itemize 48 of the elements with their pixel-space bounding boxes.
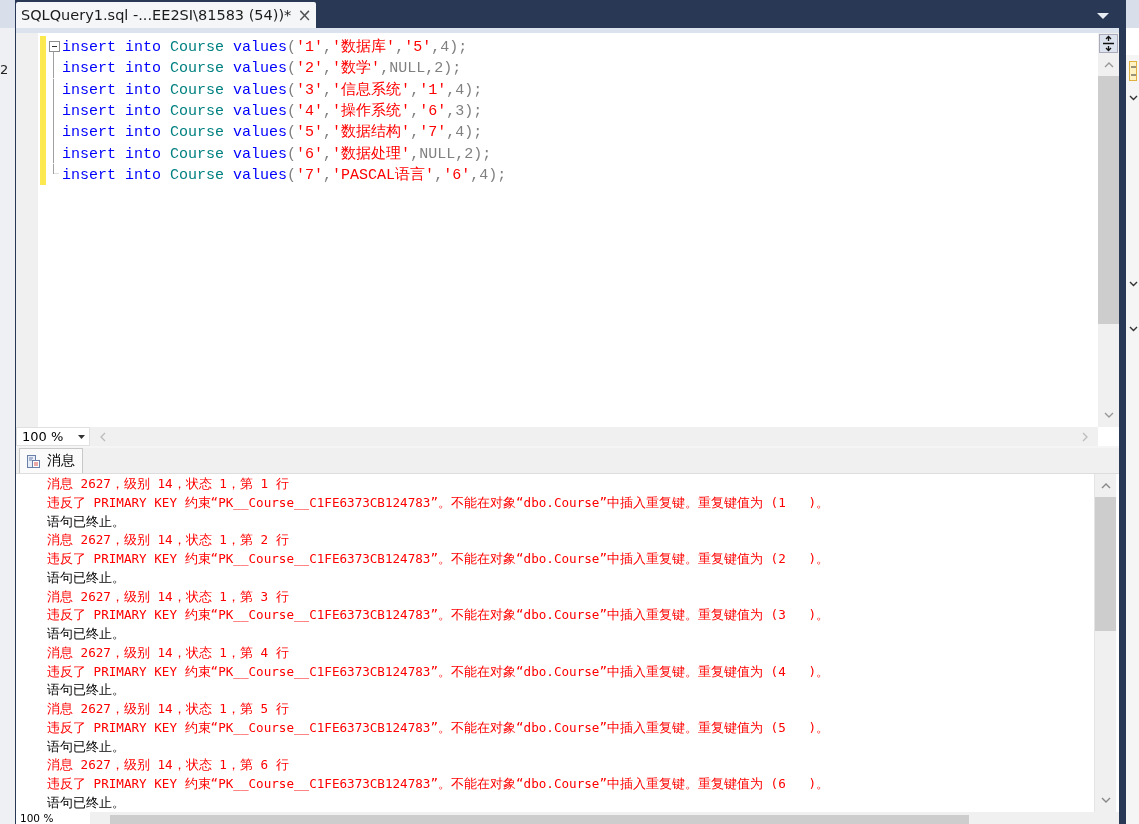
message-line: 消息 2627，级别 14，状态 1，第 5 行 [47,700,290,718]
message-line: 消息 2627，级别 14，状态 1，第 2 行 [47,531,290,550]
code-line: insert into Course values('1','数据库','5',4); [62,37,468,57]
collapse-icon[interactable] [48,41,60,53]
message-line: 语句已终止。 [47,681,126,700]
document-icon [26,453,41,469]
chevron-icon[interactable] [1129,95,1138,101]
code-line: insert into Course values('2','数学',NULL,2); [62,59,462,78]
dropdown-icon[interactable] [1097,12,1109,20]
code-line: insert into Course values('5','数据结构','7',4); [62,122,483,142]
scroll-left-icon[interactable] [100,431,106,442]
code-line: insert into Course values('7','PASCAL语言','6',4); [62,165,507,184]
caret-icon [78,434,85,439]
message-line: 违反了 PRIMARY KEY 约束“PK__Course__C1FE6373CB124783”。不能在对象“dbo.Course”中插入重复键。重复键值为 (5 )。 [47,718,831,737]
message-line: 违反了 PRIMARY KEY 约束“PK__Course__C1FE6373CB124783”。不能在对象“dbo.Course”中插入重复键。重复键值为 (4 )。 [47,662,831,681]
message-line: 语句已终止。 [47,625,126,643]
code-line: insert into Course values('4','操作系统','6',3); [62,101,483,121]
scroll-up-icon[interactable] [1100,482,1111,489]
code-line: insert into Course values('3','信息系统','1',4); [62,80,483,99]
message-line: 消息 2627，级别 14，状态 1，第 4 行 [47,643,290,662]
chevron-icon[interactable] [1129,326,1138,332]
chevron-icon[interactable] [1129,281,1138,287]
scroll-up-icon[interactable] [1103,61,1114,68]
message-line: 消息 2627，级别 14，状态 1，第 6 行 [47,756,290,775]
zoom-dropdown[interactable]: 100 % [16,427,90,446]
message-line: 消息 2627，级别 14，状态 1，第 3 行 [47,587,290,606]
splitter-icon[interactable] [1099,34,1118,53]
document-tab[interactable]: SQLQuery1.sql -...EE2SI\81583 (54))* × [16,2,316,28]
messages-tab[interactable]: 消息 [19,448,83,473]
code-line: insert into Course values('6','数据处理',NULL,2); [62,144,492,163]
message-line: 语句已终止。 [47,568,126,587]
message-line: 违反了 PRIMARY KEY 约束“PK__Course__C1FE6373CB124783”。不能在对象“dbo.Course”中插入重复键。重复键值为 (1 )。 [47,493,831,512]
scroll-down-icon[interactable] [1103,412,1114,419]
message-line: 违反了 PRIMARY KEY 约束“PK__Course__C1FE6373CB124783”。不能在对象“dbo.Course”中插入重复键。重复键值为 (6 )。 [47,775,831,793]
message-line: 语句已终止。 [47,737,126,756]
message-line: 消息 2627，级别 14，状态 1，第 1 行 [47,475,290,493]
panel-text: 2 [0,62,10,77]
panel-header [1126,0,1139,28]
expand-icon[interactable] [1129,61,1137,81]
message-line: 违反了 PRIMARY KEY 约束“PK__Course__C1FE6373CB124783”。不能在对象“dbo.Course”中插入重复键。重复键值为 (2 )。 [47,550,831,568]
panel-header [0,0,15,28]
message-line: 语句已终止。 [47,793,126,812]
message-line: 语句已终止。 [47,512,126,531]
scroll-down-icon[interactable] [1100,797,1111,804]
scroll-right-icon[interactable] [1082,431,1088,442]
zoom-dropdown[interactable]: 100 % [16,812,90,824]
message-line: 违反了 PRIMARY KEY 约束“PK__Course__C1FE6373CB124783”。不能在对象“dbo.Course”中插入重复键。重复键值为 (3 )。 [47,606,831,625]
close-button[interactable]: × [297,5,312,25]
